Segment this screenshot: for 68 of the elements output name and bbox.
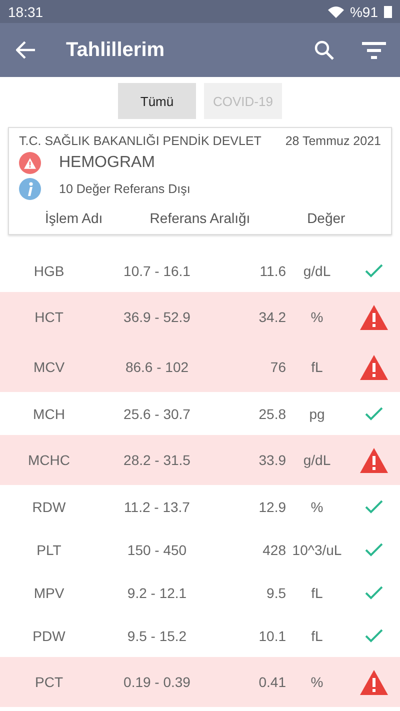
result-unit: pg [308,406,326,422]
test-code: PLT [36,542,62,558]
checkmark-icon [364,406,384,422]
wifi-icon [328,6,344,18]
battery-icon [384,5,392,18]
result-value: 10.1 [258,628,286,644]
result-card[interactable]: T.C. SAĞLIK BAKANLIĞI PENDİK DEVLET 28 Temmuz 2021 HEMOGRAM 10 Değer Referans Dışı İşlem Adı Referans Aralığı Değer [8,127,392,235]
test-code: PDW [32,628,66,644]
result-date: 28 Temmuz 2021 [285,134,381,148]
test-code: HGB [32,262,66,278]
reference-range: 36.9 - 52.9 [122,309,192,325]
result-unit: g/dL [302,452,332,468]
reference-range: 0.19 - 0.39 [122,674,192,690]
result-value: 34.2 [258,309,286,325]
result-unit: 10^3/uL [291,542,343,558]
result-unit: fL [310,584,324,600]
result-value: 11.6 [258,262,286,278]
warning-icon [360,670,388,694]
reference-range: 9.5 - 15.2 [126,628,188,644]
reference-range: 11.2 - 13.7 [123,498,191,514]
result-value: 428 [262,542,286,558]
filter-icon[interactable] [362,41,386,59]
result-unit: fL [310,628,324,644]
battery-level: %91 [350,4,378,20]
checkmark-icon [364,262,384,278]
result-value: 33.9 [258,452,286,468]
search-icon[interactable] [314,40,334,60]
result-unit: g/dL [302,262,332,278]
test-code: PCT [34,674,64,690]
institution-name: T.C. SAĞLIK BAKANLIĞI PENDİK DEVLET [19,134,262,148]
out-of-range-note: 10 Değer Referans Dışı [59,182,190,196]
test-code: RDW [31,498,67,514]
test-name: HEMOGRAM [59,154,155,172]
result-value: 12.9 [258,498,286,514]
test-code: MCV [32,359,66,375]
reference-range: 150 - 450 [126,542,188,558]
checkmark-icon [364,584,384,600]
checkmark-icon [364,628,384,644]
result-unit: % [310,674,324,690]
result-unit: % [310,309,324,325]
tab[interactable]: Tümü [118,83,196,119]
clock: 18:31 [8,4,44,20]
warning-icon [360,304,388,330]
screen-title: Tahlillerim [66,38,166,62]
result-unit: % [310,498,324,514]
reference-range: 28.2 - 31.5 [122,452,192,468]
reference-range: 9.2 - 12.1 [126,584,188,600]
checkmark-icon [364,542,384,558]
column-header: Referans Aralığı [148,210,252,226]
reference-range: 10.7 - 16.1 [122,262,192,278]
warning-icon [360,354,388,380]
result-value: 0.41 [258,674,286,690]
test-code: HCT [34,309,64,325]
result-value: 9.5 [266,584,286,600]
result-unit: fL [310,359,324,375]
result-value: 76 [269,359,286,375]
back-arrow-icon[interactable] [16,41,36,59]
test-code: MCHC [27,452,71,468]
reference-range: 86.6 - 102 [124,359,190,375]
reference-range: 25.6 - 30.7 [122,406,192,422]
column-header: Değer [306,210,346,226]
checkmark-icon [364,498,384,514]
result-value: 25.8 [258,406,286,422]
info-icon [19,178,41,200]
warning-icon [360,448,388,472]
column-header: İşlem Adı [44,210,104,226]
test-code: MPV [32,584,66,600]
test-code: MCH [32,406,66,422]
